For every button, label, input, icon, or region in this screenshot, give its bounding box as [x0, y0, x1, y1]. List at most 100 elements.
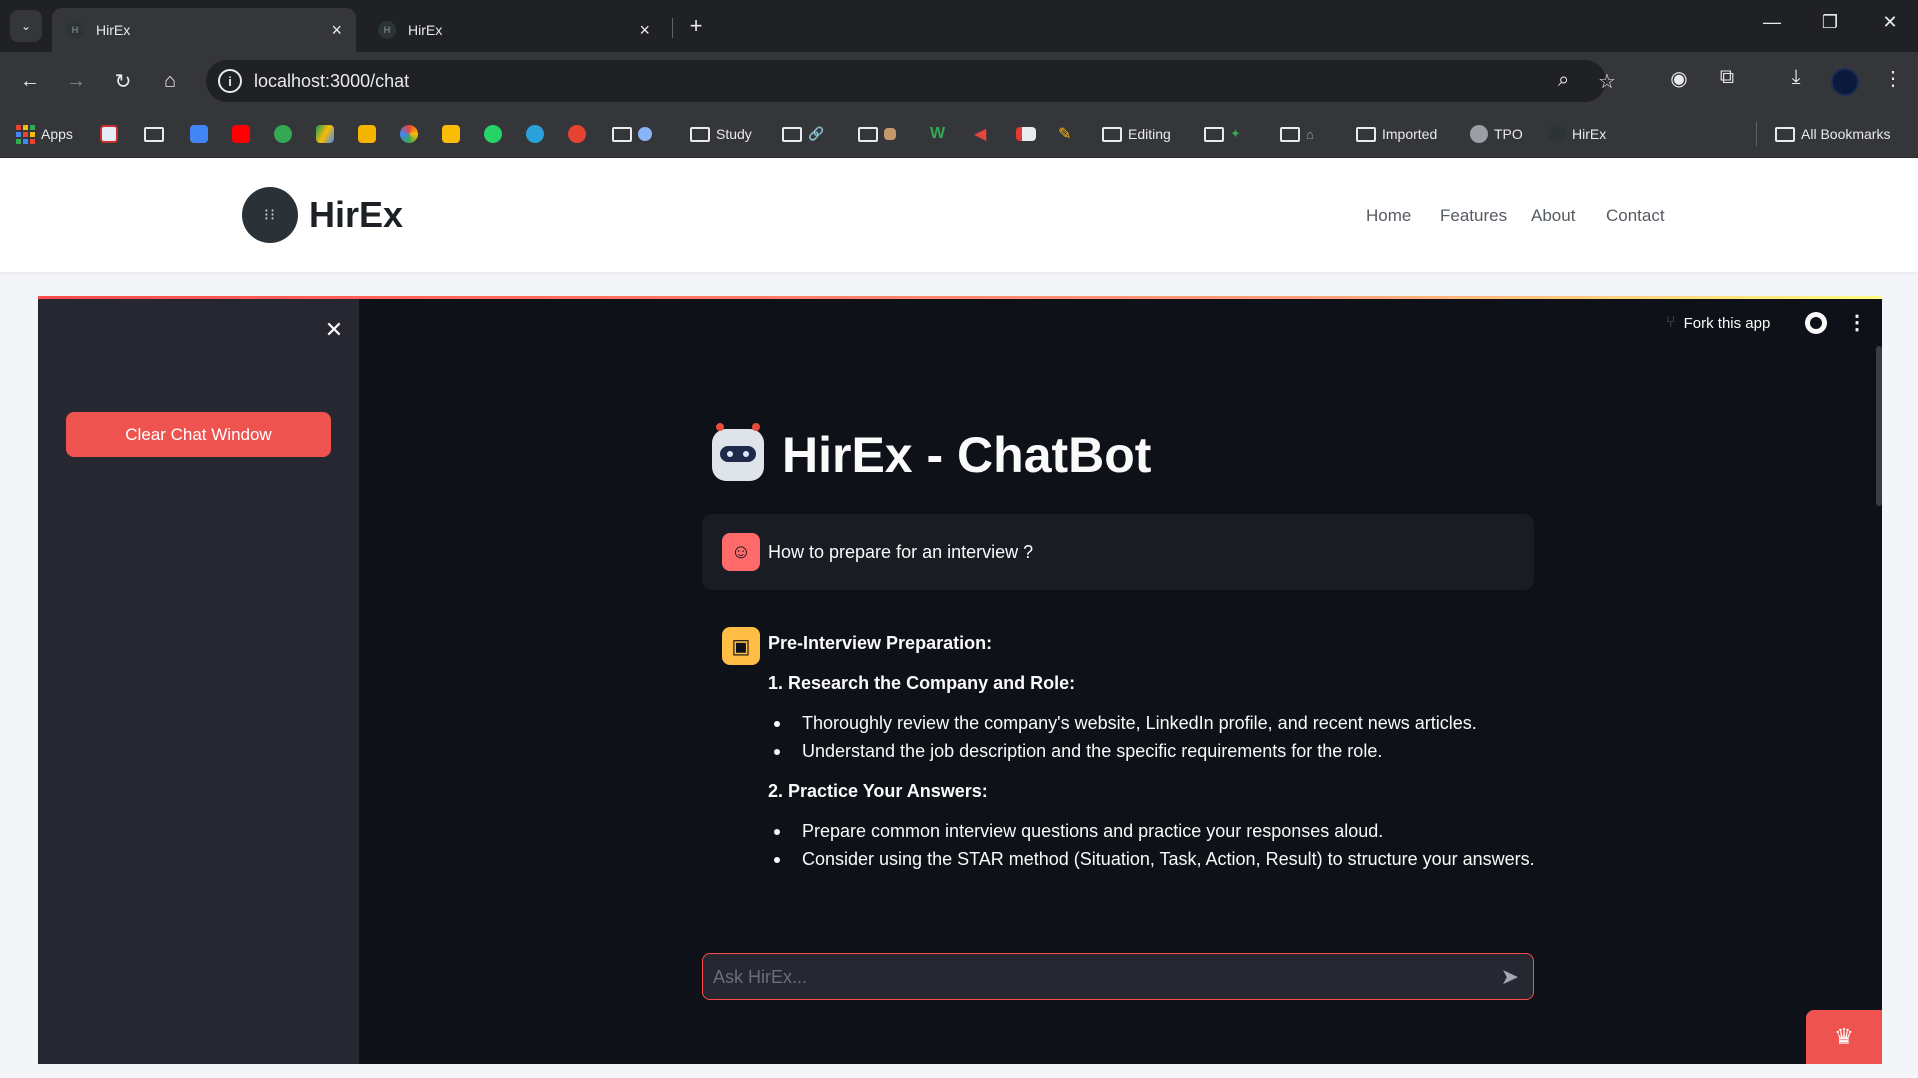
folder-icon	[782, 126, 802, 142]
bookmark-folder-home[interactable]: ⌂	[1280, 122, 1314, 146]
bookmark-w[interactable]: W	[930, 122, 945, 146]
calendar-icon	[190, 125, 208, 143]
bookmark-apps[interactable]: Apps	[16, 122, 73, 146]
sidebar-close-icon[interactable]: ✕	[320, 317, 348, 343]
bookmark-label: Study	[716, 126, 752, 142]
bookmark-red-arrow[interactable]: ◀	[974, 122, 986, 146]
bookmark-all[interactable]: All Bookmarks	[1756, 122, 1890, 146]
tab-close-icon[interactable]: ×	[331, 20, 342, 41]
folder-icon	[612, 126, 632, 142]
tab-title: HirEx	[408, 22, 443, 38]
github-icon[interactable]	[1805, 312, 1827, 334]
bookmark-label: HirEx	[1572, 126, 1607, 142]
bookmark-gallery[interactable]	[100, 122, 118, 146]
bookmark-editing[interactable]: Editing	[1102, 122, 1171, 146]
fork-icon: ⑂	[1666, 314, 1676, 331]
bookmark-youtube[interactable]	[232, 122, 250, 146]
stamp-icon	[884, 128, 896, 140]
bookmark-drive[interactable]	[316, 122, 334, 146]
bookmark-label: TPO	[1494, 126, 1523, 142]
forward-icon[interactable]: →	[60, 65, 92, 97]
tab-close-icon[interactable]: ×	[639, 20, 650, 41]
send-icon[interactable]: ➤	[1501, 964, 1519, 990]
bookmark-folder-stamp[interactable]	[858, 122, 896, 146]
hirex-favicon-icon	[1548, 125, 1566, 143]
hirex-favicon-icon: H	[378, 21, 396, 39]
assistant-section-1: 1. Research the Company and Role:	[768, 673, 1076, 693]
pencil-icon: ✎	[1058, 126, 1072, 143]
fork-app-link[interactable]: ⑂ Fork this app	[1666, 314, 1770, 332]
tab-title: HirEx	[96, 22, 131, 38]
bookmark-label: Editing	[1128, 126, 1171, 142]
gallery-icon	[100, 125, 118, 143]
bookmark-hirex[interactable]: HirEx	[1548, 122, 1606, 146]
maps-pin-icon	[274, 125, 292, 143]
address-url[interactable]: localhost:3000/chat	[254, 71, 409, 92]
list-item: Consider using the STAR method (Situatio…	[774, 849, 1535, 869]
bookmark-folder-green[interactable]: ✦	[1204, 122, 1241, 146]
bookmark-whatsapp[interactable]	[484, 122, 502, 146]
user-message-text: How to prepare for an interview ?	[768, 542, 1034, 562]
browser-tab[interactable]: H HirEx ×	[364, 8, 664, 52]
bookmark-folder-web[interactable]	[612, 122, 652, 146]
bookmark-maps[interactable]	[274, 122, 292, 146]
browser-menu-icon[interactable]: ⋮	[1878, 66, 1908, 91]
link-icon: 🔗	[808, 126, 825, 141]
extensions-puzzle-icon[interactable]: ⧉	[1712, 66, 1742, 89]
browser-tab-active[interactable]: H HirEx ×	[52, 8, 356, 52]
hirex-favicon-icon: H	[66, 21, 84, 39]
bookmark-tpo[interactable]: TPO	[1470, 122, 1523, 146]
clear-chat-button[interactable]: Clear Chat Window	[66, 412, 331, 457]
list-item: Thoroughly review the company's website,…	[774, 713, 1477, 733]
logo-icon[interactable]: ⁝⁝	[242, 187, 298, 243]
restore-icon[interactable]: ❐	[1810, 12, 1850, 33]
nav-home[interactable]: Home	[1366, 206, 1411, 226]
folder-icon	[858, 126, 878, 142]
bookmark-study[interactable]: Study	[690, 122, 752, 146]
bookmark-label: Apps	[41, 126, 73, 142]
arrow-logo-icon: ◀	[974, 126, 987, 143]
bookmark-photos[interactable]	[400, 122, 418, 146]
bookmark-star-icon[interactable]: ☆	[1598, 69, 1616, 94]
streamlit-crown-icon[interactable]: ♛	[1806, 1010, 1882, 1064]
nav-features[interactable]: Features	[1440, 206, 1507, 226]
back-icon[interactable]: ←	[14, 65, 46, 97]
nav-contact[interactable]: Contact	[1606, 206, 1665, 226]
new-tab-button[interactable]: +	[682, 12, 710, 40]
bookmark-pencil[interactable]: ✎	[1058, 122, 1071, 146]
reload-icon[interactable]: ↻	[107, 65, 139, 97]
page-title: HirEx - ChatBot	[782, 427, 1152, 483]
extension-icon[interactable]: ◉	[1664, 66, 1694, 91]
bookmark-telegram[interactable]	[526, 122, 544, 146]
scrollbar[interactable]	[1876, 346, 1882, 506]
app-menu-icon[interactable]: ⋮	[1847, 310, 1867, 335]
bookmark-photos-app[interactable]	[358, 122, 376, 146]
youtube-icon	[232, 125, 250, 143]
minimize-icon[interactable]: —	[1752, 12, 1792, 33]
bookmarks-bar: Apps Study 🔗 W ◀ ✎ Editing ✦ ⌂ Imported …	[0, 110, 1918, 158]
profile-avatar[interactable]	[1831, 68, 1859, 96]
download-icon[interactable]: ⤓	[1781, 66, 1811, 89]
address-bar[interactable]: i localhost:3000/chat ⌕ ☆	[206, 60, 1616, 102]
bookmark-todo[interactable]	[568, 122, 586, 146]
tab-search-button[interactable]: ⌄	[10, 10, 42, 42]
zoom-icon[interactable]: ⌕	[1558, 69, 1569, 92]
chat-title: HirEx - ChatBot	[712, 423, 1152, 484]
bookmark-card[interactable]	[1016, 122, 1036, 146]
chat-input[interactable]	[713, 962, 1473, 992]
browser-tabstrip: ⌄ H HirEx × H HirEx × + — ❐ ✕	[0, 0, 1918, 52]
keep-icon	[442, 125, 460, 143]
bookmark-folder[interactable]	[144, 122, 164, 146]
bookmark-keep[interactable]	[442, 122, 460, 146]
window-close-icon[interactable]: ✕	[1870, 12, 1910, 33]
bookmark-calendar[interactable]	[190, 122, 208, 146]
logo-text[interactable]: HirEx	[309, 194, 403, 236]
list-item: Prepare common interview questions and p…	[773, 821, 1384, 841]
fork-label: Fork this app	[1683, 314, 1771, 332]
bookmark-folder-link[interactable]: 🔗	[782, 122, 824, 146]
nav-about[interactable]: About	[1531, 206, 1575, 226]
user-message: ☺ How to prepare for an interview ?	[702, 514, 1534, 590]
site-info-icon[interactable]: i	[218, 69, 242, 93]
bookmark-imported[interactable]: Imported	[1356, 122, 1437, 146]
home-icon[interactable]: ⌂	[154, 65, 186, 97]
